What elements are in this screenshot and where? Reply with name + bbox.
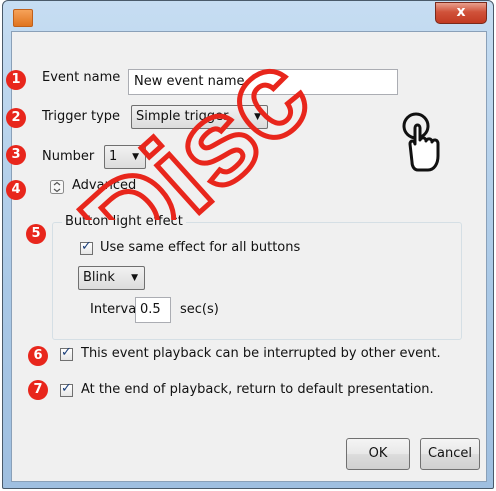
chevron-down-icon: ▼ [131,273,138,283]
step-badge-6: 6 [28,346,48,366]
number-label: Number [42,149,95,164]
effect-select[interactable]: Blink ▼ [78,266,145,290]
group-title: Button light effect [62,214,186,229]
checkbox-box [60,381,73,397]
step-badge-5: 5 [26,224,46,244]
advanced-label: Advanced [72,178,137,193]
return-default-label: At the end of playback, return to defaul… [81,382,434,397]
same-effect-checkbox[interactable]: Use same effect for all buttons [80,239,330,258]
number-select[interactable]: 1 ▼ [104,145,146,169]
trigger-type-label: Trigger type [42,109,121,124]
step-badge-7: 7 [28,380,48,400]
interval-unit: sec(s) [180,302,219,317]
return-default-checkbox[interactable]: At the end of playback, return to defaul… [60,381,470,400]
event-name-label: Event name [42,70,121,85]
trigger-type-value: Simple trigger [136,109,229,124]
interruptible-label: This event playback can be interrupted b… [81,346,441,361]
trigger-type-select[interactable]: Simple trigger ▼ [131,105,268,129]
hand-pointer-icon [402,112,440,172]
title-bar[interactable]: x [3,1,493,35]
close-icon: x [456,4,466,20]
step-badge-1: 1 [6,70,26,90]
close-button[interactable]: x [435,2,487,24]
checkbox-box [60,345,73,361]
step-badge-3: 3 [6,145,26,165]
app-icon [13,9,33,27]
checkbox-box [80,239,93,255]
chevron-down-icon: ▼ [132,152,139,162]
advanced-expander[interactable]: Advanced [50,178,150,196]
event-name-input[interactable]: New event name [128,69,398,95]
chevron-down-icon: ▼ [254,112,261,122]
cancel-button[interactable]: Cancel [420,438,480,470]
step-badge-2: 2 [6,108,26,128]
same-effect-label: Use same effect for all buttons [100,240,301,255]
number-value: 1 [109,149,118,164]
step-badge-4: 4 [6,180,26,200]
effect-value: Blink [83,270,115,285]
expand-icon [50,180,64,194]
interruptible-checkbox[interactable]: This event playback can be interrupted b… [60,345,470,364]
interval-label: Interval [90,302,140,317]
interval-input[interactable]: 0.5 [135,297,171,323]
ok-button[interactable]: OK [346,438,410,470]
